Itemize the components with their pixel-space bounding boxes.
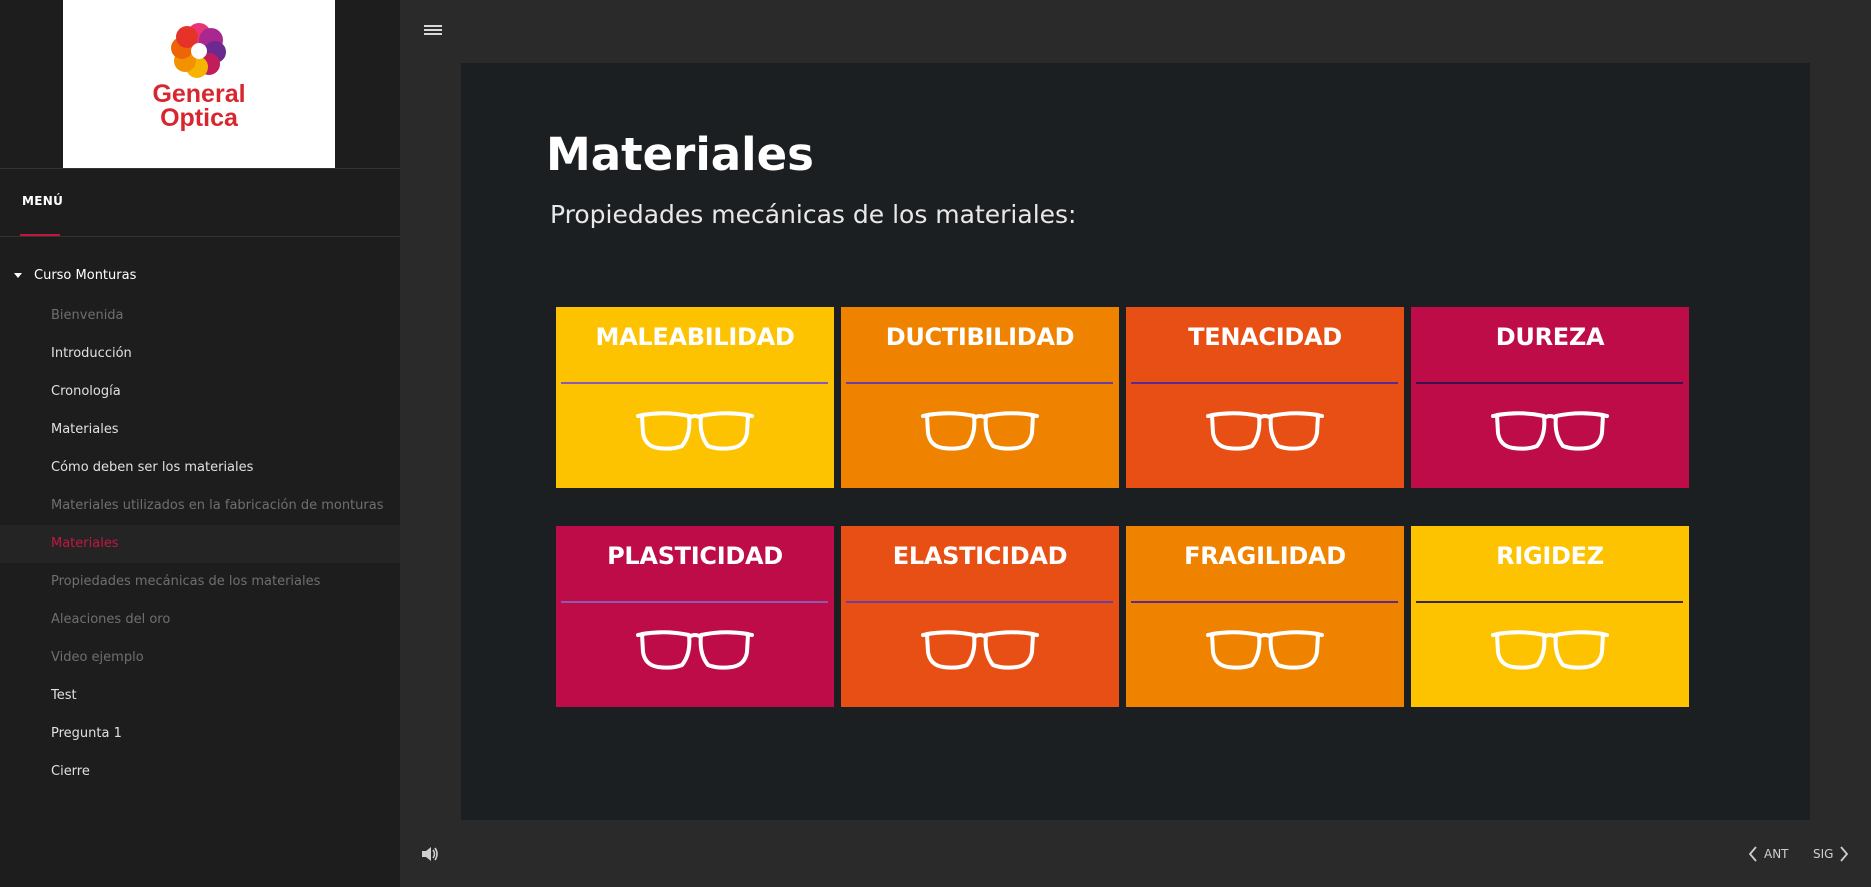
- slide-content: Materiales Propiedades mecánicas de los …: [461, 63, 1810, 820]
- property-tile-title: PLASTICIDAD: [607, 542, 783, 570]
- property-tile-divider: [1131, 601, 1398, 603]
- hamburger-icon[interactable]: [424, 25, 442, 37]
- prev-button[interactable]: ANT: [1748, 844, 1789, 864]
- property-tile-title: RIGIDEZ: [1496, 542, 1604, 570]
- property-tile-title: DUCTIBILIDAD: [885, 323, 1075, 351]
- logo: General Optica: [63, 0, 335, 168]
- property-tile-divider: [846, 382, 1113, 384]
- property-tile-plasticidad[interactable]: PLASTICIDAD: [556, 526, 834, 707]
- sidebar-item-materiales-active[interactable]: Materiales: [0, 525, 400, 563]
- property-tile-divider: [1131, 382, 1398, 384]
- sidebar-divider: [0, 236, 400, 237]
- property-tile-tenacidad[interactable]: TENACIDAD: [1126, 307, 1404, 488]
- glasses-icon: [1491, 630, 1609, 670]
- logo-flower-icon: [171, 23, 226, 78]
- property-tile-divider: [1416, 601, 1683, 603]
- slide-subtitle: Propiedades mecánicas de los materiales:: [550, 200, 1077, 229]
- chevron-left-icon: [1748, 846, 1757, 862]
- property-tile-divider: [561, 382, 828, 384]
- glasses-icon: [636, 411, 754, 451]
- logo-text: General Optica: [63, 80, 335, 132]
- next-label: SIG: [1813, 847, 1834, 861]
- glasses-icon: [1206, 411, 1324, 451]
- chevron-right-icon: [1840, 846, 1849, 862]
- property-tile-title: MALEABILIDAD: [595, 323, 795, 351]
- sidebar-item-propiedades[interactable]: Propiedades mecánicas de los materiales: [0, 563, 400, 601]
- glasses-icon: [921, 630, 1039, 670]
- property-tile-divider: [846, 601, 1113, 603]
- course-title: Curso Monturas: [34, 268, 137, 283]
- property-tile-title: TENACIDAD: [1188, 323, 1342, 351]
- glasses-icon: [1491, 411, 1609, 451]
- glasses-icon: [921, 411, 1039, 451]
- property-tile-divider: [561, 601, 828, 603]
- property-tile-title: ELASTICIDAD: [892, 542, 1068, 570]
- property-tile-fragilidad[interactable]: FRAGILIDAD: [1126, 526, 1404, 707]
- property-tile-title: FRAGILIDAD: [1184, 542, 1346, 570]
- sidebar-item-pregunta-1[interactable]: Pregunta 1: [0, 715, 400, 753]
- logo-line-1: General: [152, 80, 246, 108]
- property-tile-rigidez[interactable]: RIGIDEZ: [1411, 526, 1689, 707]
- sidebar-item-cierre[interactable]: Cierre: [0, 753, 400, 791]
- prev-label: ANT: [1764, 847, 1789, 861]
- slide-title: Materiales: [546, 128, 814, 181]
- sidebar-item-introduccion[interactable]: Introducción: [0, 335, 400, 373]
- sidebar-item-video[interactable]: Video ejemplo: [0, 639, 400, 677]
- sidebar-item-aleaciones[interactable]: Aleaciones del oro: [0, 601, 400, 639]
- logo-line-2: Optica: [160, 104, 238, 132]
- sidebar-item-materiales[interactable]: Materiales: [0, 411, 400, 449]
- sidebar-item-test[interactable]: Test: [0, 677, 400, 715]
- property-tile-ductibilidad[interactable]: DUCTIBILIDAD: [841, 307, 1119, 488]
- caret-down-icon: [14, 273, 22, 278]
- glasses-icon: [1206, 630, 1324, 670]
- property-tile-title: DUREZA: [1495, 323, 1605, 351]
- property-tile-divider: [1416, 382, 1683, 384]
- sidebar-item-materiales-utilizados[interactable]: Materiales utilizados en la fabricación …: [0, 487, 400, 525]
- next-button[interactable]: SIG: [1813, 844, 1849, 864]
- speaker-icon[interactable]: [421, 846, 439, 862]
- sidebar-item-bienvenida[interactable]: Bienvenida: [0, 297, 400, 335]
- sidebar-item-como-deben-ser[interactable]: Cómo deben ser los materiales: [0, 449, 400, 487]
- sidebar-divider: [0, 168, 400, 169]
- property-tile-elasticidad[interactable]: ELASTICIDAD: [841, 526, 1119, 707]
- sidebar-item-cronologia[interactable]: Cronología: [0, 373, 400, 411]
- property-tile-dureza[interactable]: DUREZA: [1411, 307, 1689, 488]
- course-toggle[interactable]: Curso Monturas: [14, 268, 136, 283]
- glasses-icon: [636, 630, 754, 670]
- sidebar: General Optica MENÚ Curso Monturas Bienv…: [0, 0, 400, 887]
- menu-tab[interactable]: MENÚ: [22, 194, 63, 208]
- property-tile-maleabilidad[interactable]: MALEABILIDAD: [556, 307, 834, 488]
